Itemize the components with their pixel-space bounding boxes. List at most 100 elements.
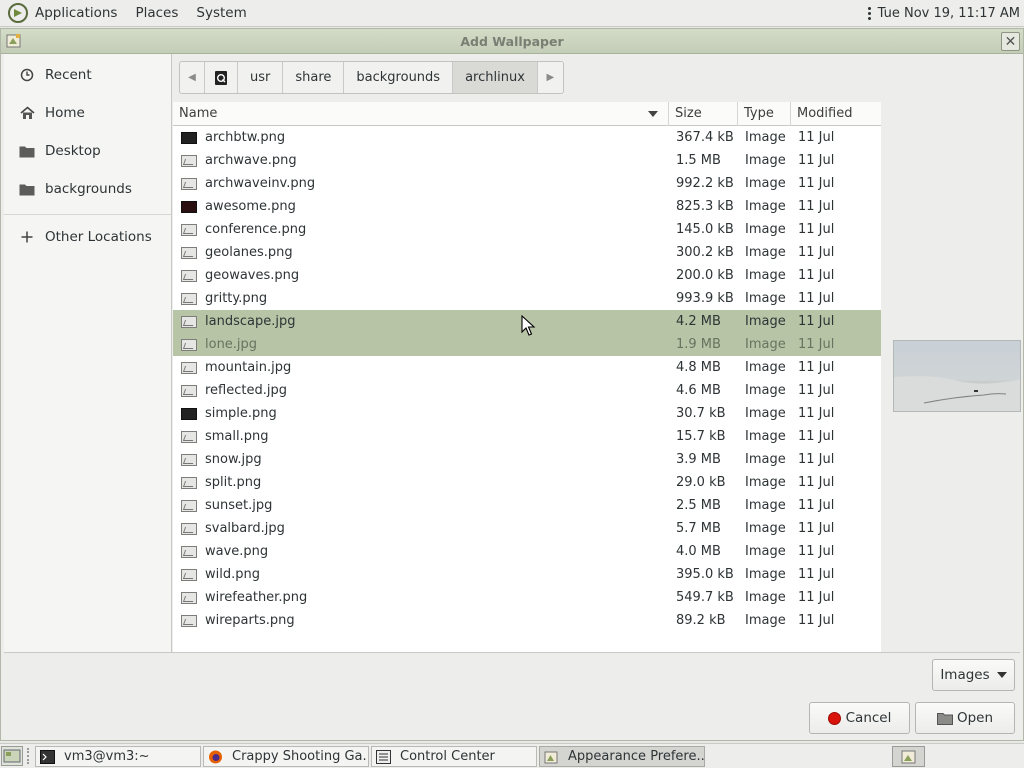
file-size: 825.3 kB [676, 199, 734, 214]
clock-icon [18, 66, 36, 84]
file-name: split.png [205, 475, 262, 490]
path-back-arrow[interactable]: ◀ [180, 62, 205, 93]
file-row[interactable]: geowaves.png 200.0 kB Image 11 Jul [173, 264, 881, 287]
path-root-button[interactable] [205, 62, 238, 93]
image-file-icon [181, 200, 197, 213]
file-type: Image [745, 590, 786, 605]
file-size: 89.2 kB [676, 613, 726, 628]
workspace-switcher[interactable] [892, 746, 925, 767]
clock-applet[interactable]: Tue Nov 19, 11:17 AM [867, 0, 1020, 27]
file-row[interactable]: mountain.jpg 4.8 MB Image 11 Jul [173, 356, 881, 379]
file-row[interactable]: geolanes.png 300.2 kB Image 11 Jul [173, 241, 881, 264]
applications-menu[interactable]: Applications [0, 0, 126, 27]
home-icon [18, 104, 36, 122]
file-type-filter-dropdown[interactable]: Images [932, 659, 1015, 691]
file-modified: 11 Jul [798, 383, 835, 398]
file-row[interactable]: wireparts.png 89.2 kB Image 11 Jul [173, 609, 881, 632]
system-menu[interactable]: System [187, 0, 255, 27]
folder-icon [18, 180, 36, 198]
file-row[interactable]: archwave.png 1.5 MB Image 11 Jul [173, 149, 881, 172]
file-row[interactable]: small.png 15.7 kB Image 11 Jul [173, 425, 881, 448]
column-header-type[interactable]: Type [738, 102, 791, 126]
close-button[interactable]: ✕ [1001, 32, 1020, 51]
path-segment-share[interactable]: share [283, 62, 345, 93]
cancel-icon [827, 711, 841, 725]
appearance-icon [544, 751, 558, 763]
file-size: 993.9 kB [676, 291, 734, 306]
path-forward-arrow[interactable]: ▶ [538, 62, 563, 93]
image-file-icon [181, 338, 197, 351]
sidebar-item-backgrounds[interactable]: backgrounds [4, 170, 171, 208]
file-name-cell: wave.png [173, 544, 669, 559]
open-button[interactable]: Open [915, 702, 1015, 734]
show-desktop-button[interactable] [1, 746, 23, 766]
file-modified: 11 Jul [798, 613, 835, 628]
plus-icon [18, 228, 36, 246]
sidebar-item-other-locations[interactable]: Other Locations [4, 221, 171, 253]
path-segment-backgrounds[interactable]: backgrounds [344, 62, 454, 93]
image-preview [893, 340, 1021, 412]
sidebar-item-recent[interactable]: Recent [4, 56, 171, 94]
file-modified: 11 Jul [798, 291, 835, 306]
file-name-cell: svalbard.jpg [173, 521, 669, 536]
file-row[interactable]: split.png 29.0 kB Image 11 Jul [173, 471, 881, 494]
task-firefox[interactable]: Crappy Shooting Ga... [203, 746, 369, 767]
file-type: Image [745, 199, 786, 214]
file-row[interactable]: wave.png 4.0 MB Image 11 Jul [173, 540, 881, 563]
image-file-icon [181, 292, 197, 305]
column-header-size[interactable]: Size [669, 102, 738, 126]
file-type: Image [745, 130, 786, 145]
file-size: 3.9 MB [676, 452, 721, 467]
file-row[interactable]: wild.png 395.0 kB Image 11 Jul [173, 563, 881, 586]
sidebar-item-desktop[interactable]: Desktop [4, 132, 171, 170]
file-row[interactable]: sunset.jpg 2.5 MB Image 11 Jul [173, 494, 881, 517]
file-row[interactable]: wirefeather.png 549.7 kB Image 11 Jul [173, 586, 881, 609]
task-control-center[interactable]: Control Center [371, 746, 537, 767]
sidebar-item-label: Other Locations [45, 229, 152, 245]
drive-icon [215, 70, 227, 85]
task-appearance-preferences[interactable]: Appearance Prefere... [539, 746, 705, 767]
places-menu[interactable]: Places [126, 0, 187, 27]
column-header-modified[interactable]: Modified [791, 102, 881, 126]
image-file-icon [181, 269, 197, 282]
sidebar-item-label: Home [45, 105, 85, 121]
file-size: 1.5 MB [676, 153, 721, 168]
file-size: 200.0 kB [676, 268, 734, 283]
file-modified: 11 Jul [798, 452, 835, 467]
file-type: Image [745, 245, 786, 260]
file-row[interactable]: conference.png 145.0 kB Image 11 Jul [173, 218, 881, 241]
file-row[interactable]: archwaveinv.png 992.2 kB Image 11 Jul [173, 172, 881, 195]
file-row[interactable]: reflected.jpg 4.6 MB Image 11 Jul [173, 379, 881, 402]
file-size: 29.0 kB [676, 475, 726, 490]
file-row[interactable]: simple.png 30.7 kB Image 11 Jul [173, 402, 881, 425]
taskbar-handle[interactable] [27, 748, 30, 764]
file-size: 549.7 kB [676, 590, 734, 605]
image-file-icon [181, 591, 197, 604]
file-row[interactable]: snow.jpg 3.9 MB Image 11 Jul [173, 448, 881, 471]
file-row[interactable]: archbtw.png 367.4 kB Image 11 Jul [173, 126, 881, 149]
file-size: 30.7 kB [676, 406, 726, 421]
dialog-titlebar[interactable]: Add Wallpaper ✕ [1, 29, 1023, 54]
cancel-button[interactable]: Cancel [809, 702, 910, 734]
sort-descending-icon [648, 111, 658, 117]
show-desktop-icon [3, 749, 21, 763]
file-name-cell: wireparts.png [173, 613, 669, 628]
column-header-name[interactable]: Name [173, 102, 669, 126]
file-name-cell: mountain.jpg [173, 360, 669, 375]
file-name-cell: gritty.png [173, 291, 669, 306]
task-terminal[interactable]: vm3@vm3:~ [35, 746, 201, 767]
file-name-cell: small.png [173, 429, 669, 444]
image-file-icon [181, 131, 197, 144]
open-label: Open [956, 710, 994, 726]
path-segment-archlinux[interactable]: archlinux [453, 62, 538, 93]
file-row[interactable]: svalbard.jpg 5.7 MB Image 11 Jul [173, 517, 881, 540]
sidebar-item-label: Desktop [45, 143, 101, 159]
file-row[interactable]: gritty.png 993.9 kB Image 11 Jul [173, 287, 881, 310]
path-segment-usr[interactable]: usr [238, 62, 284, 93]
sidebar-item-home[interactable]: Home [4, 94, 171, 132]
file-row[interactable]: awesome.png 825.3 kB Image 11 Jul [173, 195, 881, 218]
file-name: geolanes.png [205, 245, 293, 260]
file-modified: 11 Jul [798, 475, 835, 490]
path-bar: ◀ usr share backgrounds archlinux ▶ [179, 61, 564, 94]
file-type: Image [745, 475, 786, 490]
